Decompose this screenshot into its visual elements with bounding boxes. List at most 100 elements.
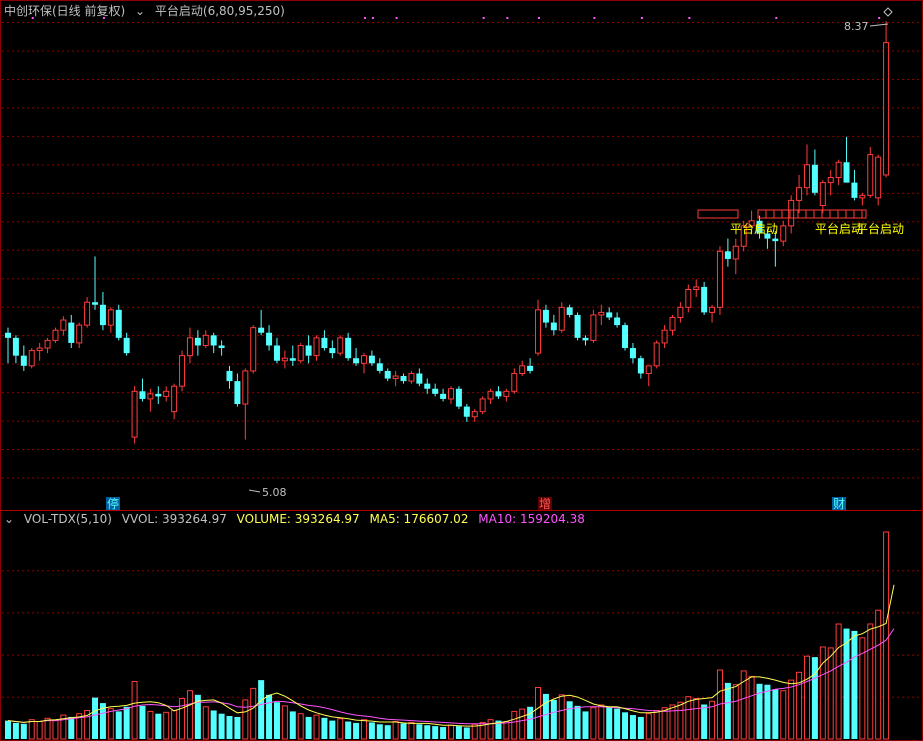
candle <box>614 317 621 326</box>
candle <box>859 194 866 199</box>
volume-bar <box>511 710 518 740</box>
volume-bar <box>788 679 795 740</box>
volume-bar <box>107 708 114 740</box>
candle <box>44 339 51 349</box>
price-low-label: 5.08 <box>262 486 287 499</box>
volume-bar <box>503 721 510 740</box>
volume-bar <box>416 724 423 739</box>
candle <box>107 309 114 326</box>
volume-bar <box>131 681 138 740</box>
candle <box>416 373 423 384</box>
candle <box>250 327 257 372</box>
candle <box>345 337 352 359</box>
candle <box>305 345 312 356</box>
volume-bar <box>5 720 11 739</box>
volume-bar <box>384 725 391 739</box>
candle <box>637 358 644 374</box>
volume-bar <box>345 721 352 739</box>
volume-bar <box>455 726 462 739</box>
volume-bar <box>242 699 249 740</box>
signal-dot <box>363 17 366 19</box>
candle <box>68 322 75 343</box>
ma10-value: MA10: 159204.38 <box>478 512 585 526</box>
candle <box>463 406 470 417</box>
volume-bar <box>764 684 771 739</box>
candle <box>392 375 399 380</box>
candle <box>163 390 170 397</box>
volume-bar <box>637 716 644 739</box>
chart-frame <box>0 0 923 741</box>
volume-bar <box>353 722 360 739</box>
volume-bar <box>448 724 454 740</box>
volume-bar <box>424 725 431 739</box>
volume-bar <box>606 706 613 739</box>
volume-bar <box>574 705 581 739</box>
candle <box>709 306 716 313</box>
candle <box>329 348 336 354</box>
volume-bar <box>558 694 565 740</box>
volume-bar <box>622 712 629 739</box>
volume-bar <box>867 623 874 740</box>
volume-bar <box>519 708 526 740</box>
indicator-name[interactable]: 平台启动(6,80,95,250) <box>155 4 285 18</box>
candle <box>147 393 154 400</box>
volume-bar <box>440 727 447 739</box>
volume-bar <box>400 723 407 739</box>
volume-bar <box>186 690 193 740</box>
candle <box>582 337 589 341</box>
volume-bar <box>677 701 684 740</box>
candle <box>273 345 280 361</box>
candle <box>448 388 454 400</box>
volume-bar <box>360 719 367 740</box>
candle <box>788 199 795 227</box>
candle <box>883 42 890 176</box>
candle <box>487 390 494 400</box>
candle <box>772 238 779 242</box>
volume-bar <box>550 699 557 739</box>
volume-bar <box>629 715 636 739</box>
event-marker: 增 <box>539 497 551 511</box>
volume-indicator-name[interactable]: VOL-TDX(5,10) <box>24 512 112 526</box>
volume-header: ⌄ VOL-TDX(5,10) VVOL: 393264.97 VOLUME: … <box>4 512 591 526</box>
volume-bar <box>701 704 708 739</box>
volume-bar <box>590 707 597 740</box>
signal-dot <box>688 17 691 19</box>
candle <box>5 332 11 338</box>
candle <box>732 245 739 260</box>
indicator-dropdown-icon[interactable]: ⌄ <box>135 4 145 18</box>
candle <box>724 251 731 259</box>
stock-title[interactable]: 中创环保(日线 前复权) <box>4 4 125 18</box>
signal-dot <box>593 17 596 19</box>
candle <box>780 225 787 242</box>
volume-bar <box>266 694 273 739</box>
candle <box>12 337 19 356</box>
volume-bar <box>123 706 130 739</box>
candle <box>574 314 581 338</box>
volume-bar <box>827 647 834 740</box>
signal-dot <box>506 17 509 19</box>
volume-bar <box>408 721 415 740</box>
volume-bar <box>171 709 178 740</box>
candle <box>867 154 874 196</box>
candle <box>123 337 130 354</box>
volume-bar <box>52 720 59 740</box>
volume-bar <box>819 646 826 740</box>
signal-label: 平台启动 <box>856 221 904 236</box>
volume-bar <box>297 713 304 740</box>
candle <box>52 329 59 341</box>
candle <box>360 355 367 364</box>
candle <box>875 156 882 199</box>
volume-bar <box>226 716 233 739</box>
candle <box>606 312 613 318</box>
volume-bar <box>803 655 810 740</box>
volume-bar <box>179 698 186 740</box>
candle <box>495 391 502 397</box>
volume-bar <box>68 716 75 739</box>
volume-bar <box>432 726 439 739</box>
volume-dropdown-icon[interactable]: ⌄ <box>4 512 14 526</box>
candle <box>511 372 518 392</box>
volume-bar <box>289 711 296 739</box>
volume-bar <box>139 705 146 739</box>
volume-bar <box>234 716 241 739</box>
volume-bar <box>321 717 328 739</box>
